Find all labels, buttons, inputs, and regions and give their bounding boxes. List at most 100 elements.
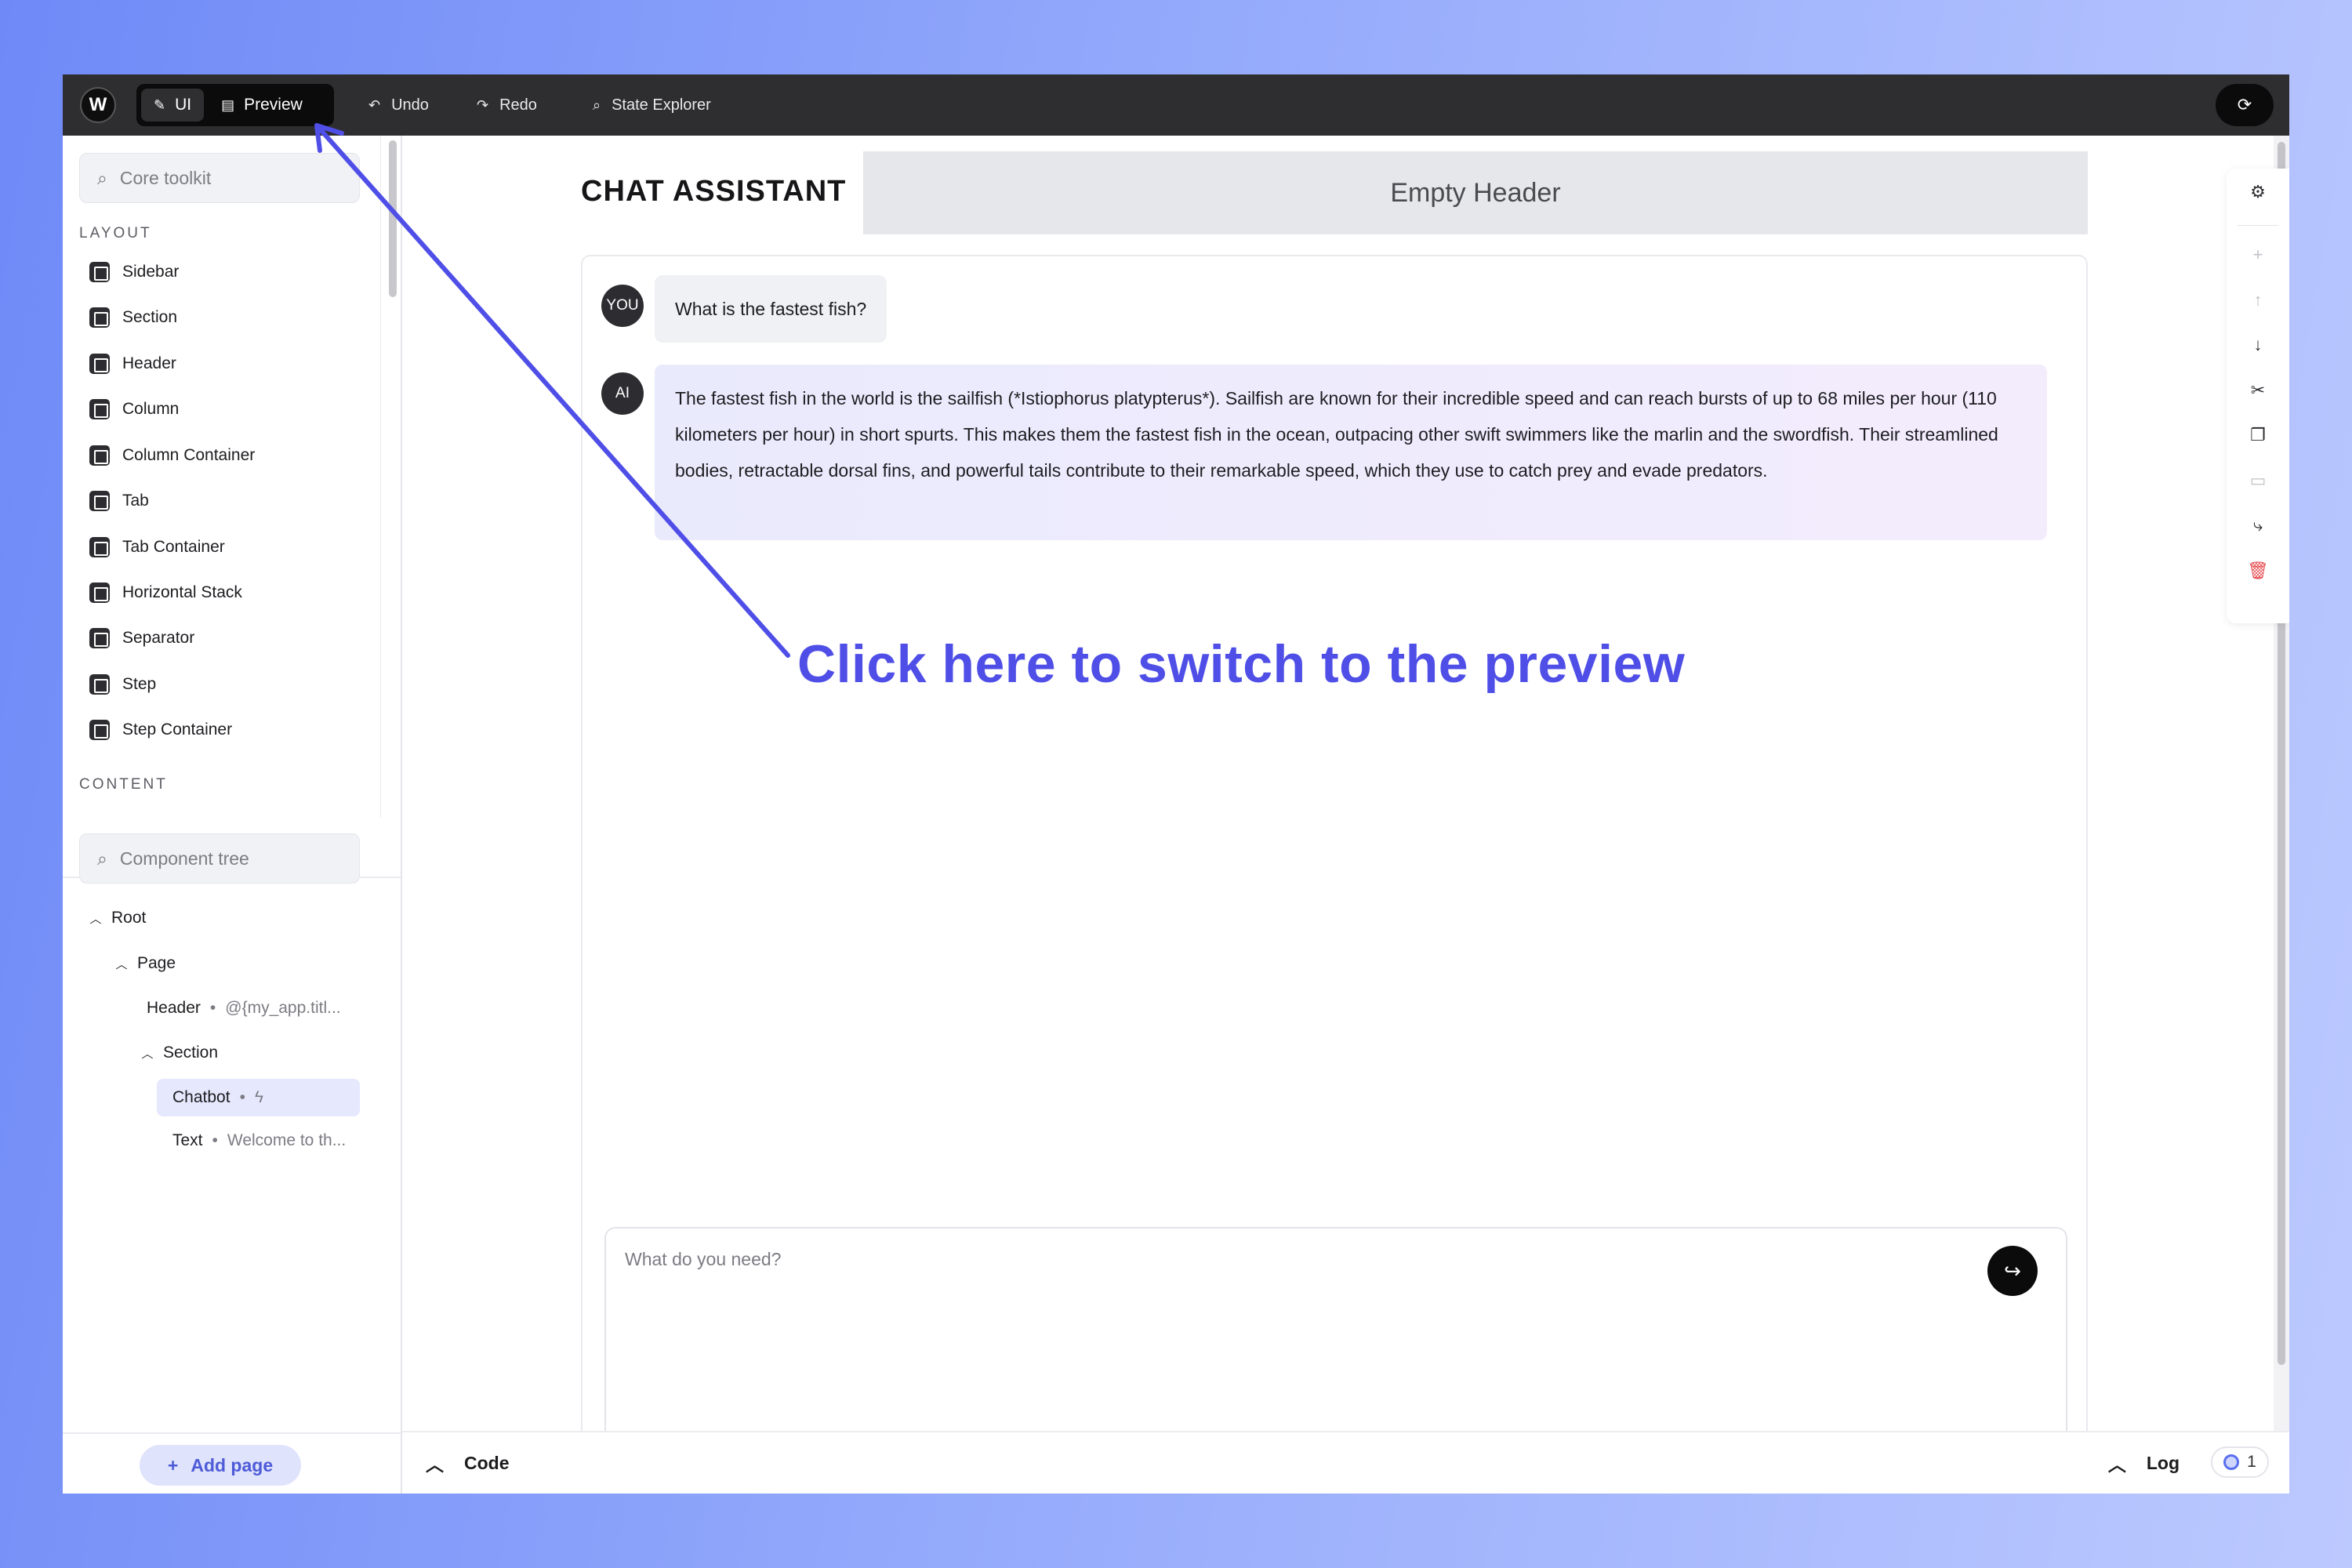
- bottom-bar: ︿ Code ︿ Log 1: [402, 1431, 2289, 1494]
- mode-switch: ✎ UI ▤ Preview: [136, 84, 334, 126]
- user-message: What is the fastest fish?: [655, 275, 887, 343]
- page-title[interactable]: CHAT ASSISTANT: [581, 175, 846, 209]
- code-panel-toggle[interactable]: ︿ Code: [426, 1450, 510, 1476]
- tree-node-page[interactable]: ︿ Page: [115, 945, 176, 982]
- chat-input-placeholder: What do you need?: [625, 1249, 782, 1269]
- toolkit-item-tab-container[interactable]: Tab Container: [89, 532, 225, 563]
- delete-icon[interactable]: 🗑: [2227, 555, 2289, 586]
- toolkit-item-step[interactable]: Step: [89, 669, 156, 700]
- tree-node-text[interactable]: Text • Welcome to th...: [172, 1122, 346, 1160]
- settings-gear-icon[interactable]: ⚙: [2227, 176, 2289, 208]
- tree-node-section[interactable]: ︿ Section: [141, 1034, 218, 1072]
- content-section-label: CONTENT: [79, 776, 168, 793]
- separator-icon: [89, 628, 110, 648]
- left-panel-footer: + Add page: [63, 1432, 401, 1494]
- chatbot-component[interactable]: YOU What is the fastest fish? AI The fas…: [581, 255, 2088, 1454]
- top-toolbar: W ✎ UI ▤ Preview ↶ Undo ↷ Redo ⌕ State E…: [63, 74, 2289, 136]
- toolkit-item-label: Column: [122, 400, 180, 418]
- preview-icon: ▤: [221, 97, 235, 113]
- log-label: Log: [2146, 1452, 2180, 1473]
- send-button[interactable]: ↪: [1987, 1246, 2038, 1296]
- ai-message: The fastest fish in the world is the sai…: [655, 365, 2047, 540]
- ui-mode-label: UI: [175, 96, 192, 114]
- search-icon: ⌕: [97, 848, 107, 869]
- toolkit-item-column-container[interactable]: Column Container: [89, 440, 255, 471]
- toolkit-item-header[interactable]: Header: [89, 348, 176, 379]
- toolkit-item-label: Sidebar: [122, 263, 180, 281]
- toolkit-item-column[interactable]: Column: [89, 394, 179, 425]
- toolkit-item-label: Step: [122, 675, 157, 693]
- move-up-icon[interactable]: ↑: [2227, 285, 2289, 316]
- chevron-up-icon[interactable]: ︿: [89, 910, 102, 927]
- add-icon[interactable]: +: [2227, 239, 2289, 270]
- toolkit-item-label: Column Container: [122, 446, 256, 464]
- tree-node-label: Section: [163, 1044, 219, 1062]
- ui-mode-button[interactable]: ✎ UI: [141, 89, 205, 122]
- header-icon: [89, 354, 110, 374]
- tree-node-label: Page: [137, 954, 176, 972]
- tree-node-header[interactable]: Header • @{my_app.titl...: [147, 989, 341, 1027]
- step-icon: [89, 674, 110, 695]
- chevron-up-icon[interactable]: ︿: [141, 1045, 154, 1062]
- state-explorer-button[interactable]: ⌕ State Explorer: [593, 90, 711, 120]
- cut-icon[interactable]: ✂: [2227, 375, 2289, 406]
- toolkit-scrollbar[interactable]: [380, 136, 401, 818]
- toolkit-scrollbar-thumb[interactable]: [389, 140, 397, 297]
- redo-label: Redo: [499, 96, 537, 114]
- copy-icon[interactable]: ❐: [2227, 419, 2289, 451]
- redo-button[interactable]: ↷ Redo: [477, 90, 537, 120]
- toolkit-item-separator[interactable]: Separator: [89, 622, 194, 654]
- horizontal-stack-icon: [89, 583, 110, 603]
- toolkit-item-horizontal-stack[interactable]: Horizontal Stack: [89, 577, 242, 608]
- app-window: W ✎ UI ▤ Preview ↶ Undo ↷ Redo ⌕ State E…: [63, 74, 2289, 1494]
- log-count: 1: [2247, 1453, 2256, 1471]
- separator-dot: •: [209, 999, 216, 1017]
- undo-icon: ↶: [368, 97, 381, 113]
- chevron-up-icon: ︿: [426, 1454, 444, 1475]
- tree-node-label: Root: [111, 909, 147, 927]
- app-logo[interactable]: W: [80, 87, 116, 123]
- redo-icon: ↷: [477, 97, 489, 113]
- step-container-icon: [89, 720, 110, 740]
- toolkit-item-section[interactable]: Section: [89, 302, 177, 333]
- chevron-up-icon: ︿: [2107, 1454, 2126, 1475]
- tab-container-icon: [89, 537, 110, 557]
- sync-button[interactable]: ⟳: [2216, 84, 2274, 126]
- column-container-icon: [89, 445, 110, 466]
- toolkit-search-input[interactable]: ⌕ Core toolkit: [79, 153, 360, 203]
- component-tree-search-input[interactable]: ⌕ Component tree: [79, 833, 360, 884]
- tree-node-value: Welcome to th...: [227, 1131, 347, 1149]
- preview-mode-button[interactable]: ▤ Preview: [209, 89, 315, 122]
- move-down-icon[interactable]: ↓: [2227, 329, 2289, 361]
- empty-header[interactable]: Empty Header: [863, 151, 2088, 234]
- chat-input[interactable]: What do you need? ↪: [604, 1227, 2067, 1454]
- left-panel: ⌕ Core toolkit LAYOUT Sidebar Section He…: [63, 136, 402, 1494]
- toolkit-item-label: Header: [122, 354, 176, 372]
- add-page-button[interactable]: + Add page: [140, 1445, 301, 1486]
- toolkit-item-label: Tab: [122, 492, 149, 510]
- toolkit-item-tab[interactable]: Tab: [89, 485, 149, 517]
- log-count-badge[interactable]: 1: [2211, 1446, 2269, 1478]
- code-label: Code: [464, 1452, 510, 1473]
- log-panel-toggle[interactable]: ︿ Log: [2108, 1450, 2180, 1476]
- tab-icon: [89, 491, 110, 511]
- paste-icon[interactable]: ▭: [2227, 465, 2289, 496]
- plus-icon: +: [167, 1454, 179, 1475]
- undo-button[interactable]: ↶ Undo: [368, 90, 429, 120]
- state-explorer-label: State Explorer: [612, 96, 711, 114]
- toolkit-item-label: Tab Container: [122, 538, 225, 556]
- go-to-parent-icon[interactable]: ⤷: [2227, 510, 2289, 541]
- chevron-up-icon[interactable]: ︿: [115, 956, 128, 972]
- sync-icon: ⟳: [2237, 95, 2252, 114]
- tree-node-root[interactable]: ︿ Root: [89, 899, 146, 937]
- tree-node-label: Text: [172, 1131, 203, 1149]
- tree-node-value: @{my_app.titl...: [225, 999, 341, 1017]
- tree-node-chatbot[interactable]: Chatbot • ϟ: [157, 1079, 360, 1116]
- component-actions-toolbar: ⚙ + ↑ ↓ ✂ ❐ ▭ ⤷ 🗑: [2227, 169, 2289, 623]
- separator-dot: •: [212, 1131, 218, 1149]
- tree-node-label: Header: [147, 999, 201, 1017]
- undo-label: Undo: [391, 96, 429, 114]
- toolkit-item-sidebar[interactable]: Sidebar: [89, 256, 179, 288]
- builder-canvas: CHAT ASSISTANT Empty Header YOU What is …: [402, 136, 2289, 1454]
- toolkit-item-step-container[interactable]: Step Container: [89, 714, 232, 746]
